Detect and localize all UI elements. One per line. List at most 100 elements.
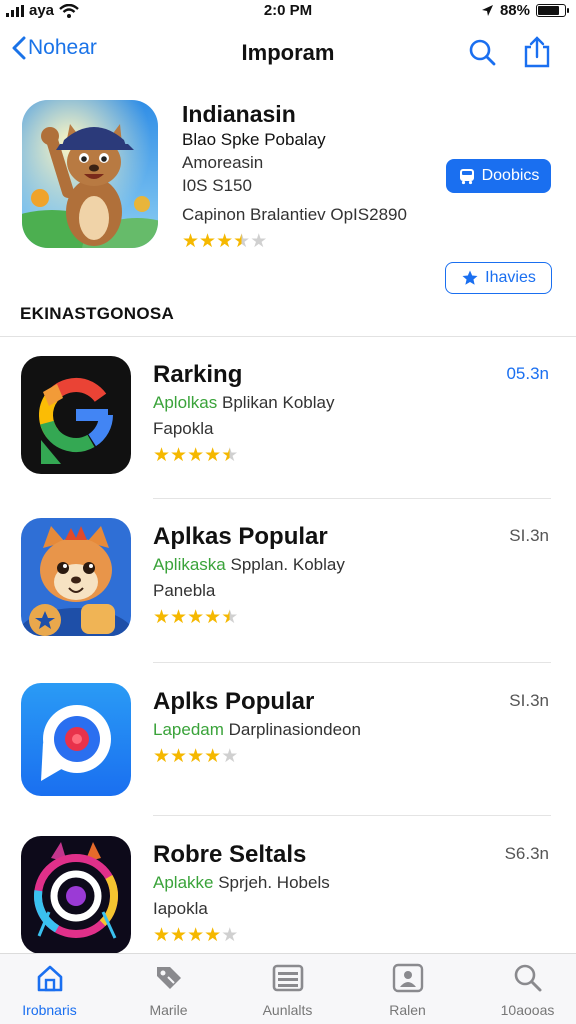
- star-outline-icon: [462, 270, 478, 285]
- back-label: Nohear: [28, 36, 97, 59]
- featured-primary-button[interactable]: Doobics: [446, 159, 551, 193]
- star-half-icon: ★: [221, 445, 239, 466]
- battery-icon: [536, 4, 569, 17]
- section-divider: [0, 336, 576, 337]
- share-icon[interactable]: [522, 36, 552, 68]
- star-filled-icon: ★: [170, 925, 188, 946]
- tab-ralen[interactable]: Ralen: [350, 962, 465, 1018]
- app-developer: Darplinasiondeon: [228, 720, 361, 739]
- list-item[interactable]: Aplkas Popular Aplikaska Spplan. Koblay …: [0, 518, 576, 668]
- app-info: Aplks Popular Lapedam Darplinasiondeon ★…: [153, 687, 473, 767]
- app-size: S6.3n: [504, 844, 549, 863]
- app-tag: Aplolkas: [153, 393, 218, 412]
- app-rating: ★ ★ ★ ★ ★: [153, 926, 473, 946]
- app-category: Panebla: [153, 581, 216, 600]
- app-rating: ★ ★ ★ ★ ★: [153, 747, 473, 767]
- cat-mascot-icon: [21, 518, 131, 636]
- battery-percent: 88%: [499, 2, 530, 19]
- app-name: Robre Seltals: [153, 841, 307, 868]
- star-filled-icon: ★: [204, 746, 222, 767]
- section-heading: EKINASTGONOSA: [20, 304, 175, 323]
- row-divider: [153, 498, 551, 499]
- row-divider: [153, 815, 551, 816]
- chevron-left-icon: [12, 36, 26, 60]
- app-category: Iapokla: [153, 899, 208, 918]
- search-icon[interactable]: [468, 38, 496, 66]
- neon-ring-icon: [21, 836, 131, 954]
- featured-app-icon[interactable]: [22, 100, 158, 248]
- app-subtitle: Aplolkas Bplikan Koblay: [153, 390, 473, 416]
- tag-icon: [156, 967, 181, 989]
- star-filled-icon: ★: [170, 445, 188, 466]
- back-button[interactable]: Nohear: [12, 36, 97, 60]
- featured-app: Indianasin Blao Spke Pobalay Amoreasin I…: [0, 96, 576, 296]
- tab-home[interactable]: Irobnaris: [0, 962, 107, 1018]
- app-developer: Sprjeh. Hobels: [218, 873, 330, 892]
- stack-icon: [272, 964, 303, 992]
- star-filled-icon: ★: [187, 746, 205, 767]
- star-filled-icon: ★: [153, 445, 171, 466]
- tab-aunlalts[interactable]: Aunlalts: [230, 962, 345, 1018]
- star-filled-icon: ★: [204, 925, 222, 946]
- house-icon: [37, 965, 62, 992]
- battery-fill: [538, 6, 559, 15]
- star-filled-icon: ★: [153, 746, 171, 767]
- tab-marile[interactable]: Marile: [111, 962, 226, 1018]
- featured-app-rating: ★ ★ ★ ★ ★: [182, 232, 442, 252]
- tab-label: Aunlalts: [262, 1002, 313, 1018]
- search-icon: [514, 964, 541, 992]
- star-filled-icon: ★: [187, 925, 205, 946]
- star-empty-icon: ★: [250, 231, 268, 252]
- star-filled-icon: ★: [153, 607, 171, 628]
- status-bar: aya 2:0 PM 88%: [0, 0, 576, 24]
- featured-app-version: I0S S150: [182, 176, 252, 195]
- list-item[interactable]: Aplks Popular Lapedam Darplinasiondeon ★…: [0, 683, 576, 833]
- app-name: Aplks Popular: [153, 688, 315, 715]
- star-filled-icon: ★: [153, 925, 171, 946]
- star-half-icon: ★: [233, 231, 251, 252]
- app-subtitle: Aplikaska Spplan. Koblay: [153, 552, 473, 578]
- featured-app-category: Amoreasin: [182, 153, 264, 172]
- app-rating: ★ ★ ★ ★ ★: [153, 446, 473, 466]
- featured-app-title: Indianasin: [182, 101, 296, 127]
- app-rating: ★ ★ ★ ★ ★: [153, 608, 473, 628]
- app-size: SI.3n: [509, 526, 549, 545]
- featured-primary-label: Doobics: [481, 167, 540, 184]
- app-info: Rarking Aplolkas Bplikan Koblay Fapokla …: [153, 360, 473, 466]
- star-filled-icon: ★: [170, 746, 188, 767]
- app-developer: Bplikan Koblay: [222, 393, 335, 412]
- tab-label: Irobnaris: [22, 1002, 77, 1018]
- google-style-g-icon: [21, 356, 131, 474]
- image-frame-icon: [392, 963, 423, 993]
- app-size: 05.3n: [506, 364, 549, 383]
- star-empty-icon: ★: [221, 925, 239, 946]
- tab-label: Ralen: [389, 1002, 426, 1018]
- star-filled-icon: ★: [187, 607, 205, 628]
- status-right: 88%: [481, 2, 569, 19]
- location-arrow-icon: [481, 5, 493, 16]
- app-tag: Lapedam: [153, 720, 224, 739]
- star-filled-icon: ★: [182, 231, 200, 252]
- featured-app-description: Capinon Bralantiev OpIS2890: [182, 205, 407, 224]
- app-category: Fapokla: [153, 419, 214, 438]
- app-name: Rarking: [153, 361, 243, 388]
- star-filled-icon: ★: [170, 607, 188, 628]
- tab-bar: Irobnaris Marile Aunlalts Ralen 10aooas: [0, 953, 576, 1024]
- app-developer: Spplan. Koblay: [230, 555, 345, 574]
- star-filled-icon: ★: [199, 231, 217, 252]
- featured-app-subtitle: Blao Spke Pobalay: [182, 130, 326, 149]
- bus-icon: [459, 169, 474, 185]
- star-half-icon: ★: [221, 607, 239, 628]
- featured-secondary-button[interactable]: Ihavies: [445, 262, 552, 294]
- app-info: Robre Seltals Aplakke Sprjeh. Hobels Iap…: [153, 840, 473, 946]
- tab-search[interactable]: 10aooas: [470, 962, 576, 1018]
- featured-secondary-label: Ihavies: [485, 269, 536, 286]
- list-item[interactable]: Rarking Aplolkas Bplikan Koblay Fapokla …: [0, 356, 576, 506]
- navigation-bar: Nohear Imporam: [0, 28, 576, 78]
- star-filled-icon: ★: [187, 445, 205, 466]
- app-tag: Aplakke: [153, 873, 214, 892]
- app-info: Aplkas Popular Aplikaska Spplan. Koblay …: [153, 522, 473, 628]
- star-filled-icon: ★: [204, 607, 222, 628]
- row-divider: [153, 662, 551, 663]
- star-empty-icon: ★: [221, 746, 239, 767]
